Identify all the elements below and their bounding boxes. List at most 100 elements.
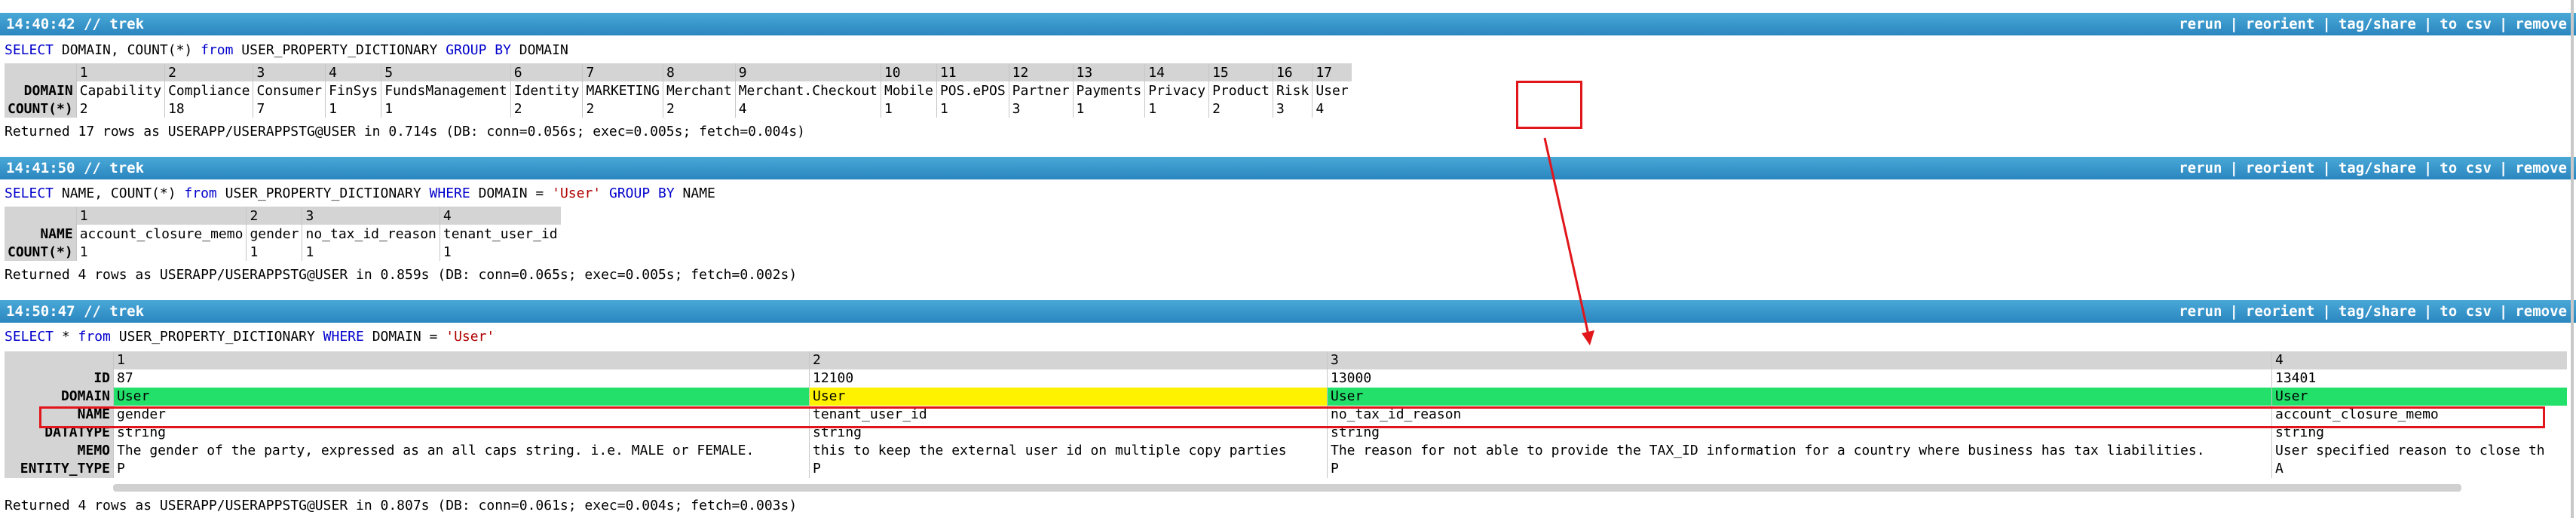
query-1-header: 14:40:42 // trek rerun | reorient | tag/shar… bbox=[0, 13, 2576, 35]
tag-share-button[interactable]: tag/share bbox=[2339, 160, 2416, 176]
column-index[interactable]: 17 bbox=[1312, 63, 1352, 81]
column-index[interactable]: 2 bbox=[246, 207, 302, 225]
column-index[interactable]: 1 bbox=[75, 63, 165, 81]
table-cell: 2 bbox=[510, 100, 583, 118]
to-csv-button[interactable]: to csv bbox=[2440, 303, 2492, 320]
table-cell: 2 bbox=[1208, 100, 1273, 118]
query-1-title: 14:40:42 // trek bbox=[6, 16, 145, 32]
column-index[interactable]: 11 bbox=[936, 63, 1009, 81]
to-csv-button[interactable]: to csv bbox=[2440, 16, 2492, 32]
column-index[interactable]: 9 bbox=[734, 63, 881, 81]
row-header-count: COUNT(*) bbox=[5, 100, 77, 118]
remove-button[interactable]: remove bbox=[2515, 16, 2567, 32]
table-cell: 1 bbox=[302, 243, 440, 261]
column-index[interactable]: 1 bbox=[113, 351, 809, 369]
table-cell: 1 bbox=[439, 243, 561, 261]
tag-share-button[interactable]: tag/share bbox=[2339, 16, 2416, 32]
table-cell: P bbox=[809, 460, 1327, 478]
tag-share-button[interactable]: tag/share bbox=[2339, 303, 2416, 320]
table-cell: 18 bbox=[164, 100, 253, 118]
to-csv-button[interactable]: to csv bbox=[2440, 160, 2492, 176]
table-cell: Consumer bbox=[253, 81, 326, 100]
reorient-button[interactable]: reorient bbox=[2246, 16, 2315, 32]
query-3-title: 14:50:47 // trek bbox=[6, 303, 145, 320]
table-cell: 4 bbox=[1312, 100, 1352, 118]
column-index-row: 1 2 3 4 5 6 7 8 9 10 11 12 13 14 15 16 1… bbox=[5, 63, 1352, 81]
column-index[interactable]: 16 bbox=[1272, 63, 1313, 81]
annotation-box-user-domain bbox=[1516, 81, 1582, 129]
table-cell: FundsManagement bbox=[381, 81, 511, 100]
query-3-status: Returned 4 rows as USERAPP/USERAPPSTG@US… bbox=[5, 498, 798, 513]
reorient-button[interactable]: reorient bbox=[2246, 160, 2315, 176]
row-header-id: ID bbox=[5, 369, 113, 388]
table-cell: 1 bbox=[880, 100, 937, 118]
column-index[interactable]: 14 bbox=[1144, 63, 1209, 81]
table-cell: 7 bbox=[253, 100, 326, 118]
query-3-actions: rerun | reorient | tag/share | to csv | remove bbox=[2179, 303, 2567, 320]
column-index[interactable]: 3 bbox=[253, 63, 326, 81]
reorient-button[interactable]: reorient bbox=[2246, 303, 2315, 320]
query-2-header: 14:41:50 // trek rerun | reorient | tag/shar… bbox=[0, 157, 2576, 179]
row-header-name: NAME bbox=[5, 225, 77, 243]
table-cell: Mobile bbox=[880, 81, 937, 100]
table-row: COUNT(*) 2 18 7 1 1 2 2 2 4 1 1 3 1 1 2 … bbox=[5, 100, 1352, 118]
column-index[interactable]: 4 bbox=[325, 63, 381, 81]
column-index[interactable]: 4 bbox=[439, 207, 561, 225]
table-cell: Privacy bbox=[1144, 81, 1209, 100]
remove-button[interactable]: remove bbox=[2515, 303, 2567, 320]
table-cell: 12100 bbox=[809, 369, 1327, 388]
column-index[interactable]: 3 bbox=[1327, 351, 2271, 369]
table-cell: 1 bbox=[1072, 100, 1145, 118]
column-index[interactable]: 1 bbox=[75, 207, 247, 225]
rerun-button[interactable]: rerun bbox=[2179, 160, 2222, 176]
horizontal-scrollbar[interactable] bbox=[113, 484, 2461, 492]
table-cell: Capability bbox=[75, 81, 165, 100]
table-cell: Risk bbox=[1272, 81, 1313, 100]
table-cell: 2 bbox=[582, 100, 663, 118]
table-row: DOMAIN Capability Compliance Consumer Fi… bbox=[5, 81, 1352, 100]
rerun-button[interactable]: rerun bbox=[2179, 303, 2222, 320]
column-index[interactable]: 10 bbox=[880, 63, 937, 81]
annotation-box-name-row bbox=[39, 406, 2545, 428]
column-index[interactable]: 13 bbox=[1072, 63, 1145, 81]
table-cell: User bbox=[2271, 388, 2567, 406]
rerun-button[interactable]: rerun bbox=[2179, 16, 2222, 32]
column-index[interactable]: 7 bbox=[582, 63, 663, 81]
table-cell: Partner bbox=[1008, 81, 1074, 100]
column-index[interactable]: 15 bbox=[1208, 63, 1273, 81]
column-index[interactable]: 12 bbox=[1008, 63, 1074, 81]
query-1-actions: rerun | reorient | tag/share | to csv | remove bbox=[2179, 16, 2567, 32]
table-cell: 87 bbox=[113, 369, 809, 388]
annotation-arrow-head bbox=[1582, 330, 1594, 345]
query-3-sql[interactable]: SELECT * from USER_PROPERTY_DICTIONARY W… bbox=[5, 329, 495, 345]
column-index[interactable]: 8 bbox=[663, 63, 736, 81]
vertical-scrollbar[interactable] bbox=[2571, 0, 2574, 518]
query-3-header: 14:50:47 // trek rerun | reorient | tag/shar… bbox=[0, 300, 2576, 323]
column-index[interactable]: 3 bbox=[302, 207, 440, 225]
table-cell: The gender of the party, expressed as an… bbox=[113, 442, 809, 460]
table-cell: Product bbox=[1208, 81, 1273, 100]
table-cell: 1 bbox=[325, 100, 381, 118]
column-index[interactable]: 5 bbox=[381, 63, 511, 81]
column-index[interactable]: 2 bbox=[809, 351, 1327, 369]
remove-button[interactable]: remove bbox=[2515, 160, 2567, 176]
table-cell: 1 bbox=[936, 100, 1009, 118]
table-cell: 3 bbox=[1272, 100, 1313, 118]
table-cell: Identity bbox=[510, 81, 583, 100]
table-cell: 1 bbox=[1144, 100, 1209, 118]
table-cell: FinSys bbox=[325, 81, 381, 100]
column-index[interactable]: 4 bbox=[2271, 351, 2567, 369]
table-cell: this to keep the external user id on mul… bbox=[809, 442, 1327, 460]
table-cell: Payments bbox=[1072, 81, 1145, 100]
table-cell: tenant_user_id bbox=[439, 225, 561, 243]
table-cell: A bbox=[2271, 460, 2567, 478]
column-index[interactable]: 6 bbox=[510, 63, 583, 81]
column-index[interactable]: 2 bbox=[164, 63, 253, 81]
query-2-sql[interactable]: SELECT NAME, COUNT(*) from USER_PROPERTY… bbox=[5, 185, 715, 201]
query-1-status: Returned 17 rows as USERAPP/USERAPPSTG@U… bbox=[5, 124, 806, 139]
query-1-sql[interactable]: SELECT DOMAIN, COUNT(*) from USER_PROPER… bbox=[5, 42, 568, 58]
row-header-count: COUNT(*) bbox=[5, 243, 77, 261]
table-cell: Merchant bbox=[663, 81, 736, 100]
table-cell: POS.ePOS bbox=[936, 81, 1009, 100]
query-1-result-table: 1 2 3 4 5 6 7 8 9 10 11 12 13 14 15 16 1… bbox=[5, 63, 1352, 118]
